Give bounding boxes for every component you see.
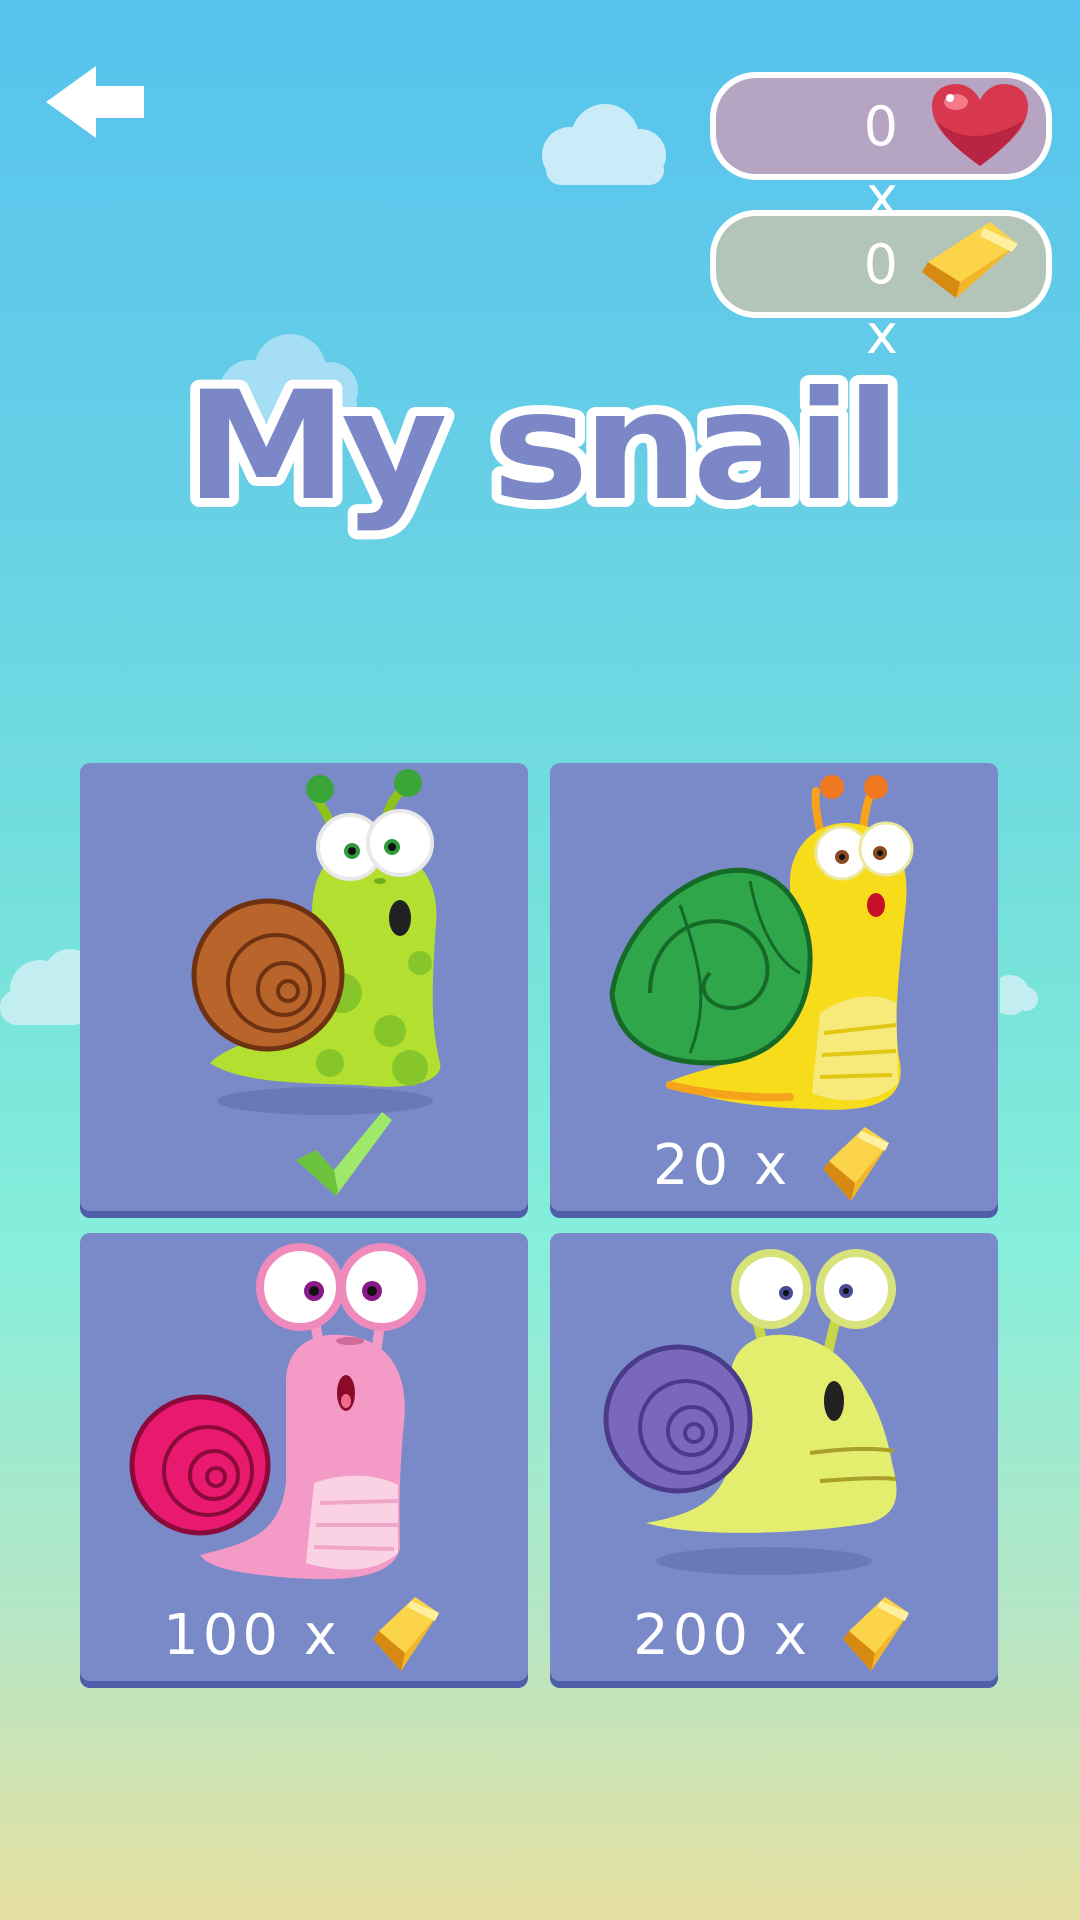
gem-icon [922,222,1018,298]
checkmark-icon [296,1112,392,1196]
price-label: 200 x [550,1595,998,1675]
hearts-counter[interactable]: 0 x [710,72,1052,228]
back-button[interactable] [44,64,154,140]
price-amount: 100 x [163,1602,341,1668]
gems-count: 0 x [863,233,908,366]
cloud-decoration [0,949,90,1025]
page-title: My snail [176,360,910,543]
gem-icon [372,1597,439,1671]
cloud-decoration [542,104,666,185]
gem-icon [823,1127,890,1201]
price-amount: 200 x [633,1602,811,1668]
price-label: 100 x [80,1595,528,1675]
cloud-decoration [1000,975,1038,1015]
arrow-left-icon [46,66,144,138]
gems-counter[interactable]: 0 x [710,210,1052,366]
heart-icon [932,84,1028,166]
gem-icon [842,1597,909,1671]
snail-card-pink[interactable]: 100 x [80,1233,528,1681]
snail-card-yellow[interactable]: 20 x [550,763,998,1211]
price-amount: 20 x [652,1132,792,1198]
snail-card-lime[interactable]: 200 x [550,1233,998,1681]
snail-card-green[interactable] [80,763,528,1211]
page-title-text: My snail [185,360,895,534]
price-label: 20 x [550,1125,998,1205]
